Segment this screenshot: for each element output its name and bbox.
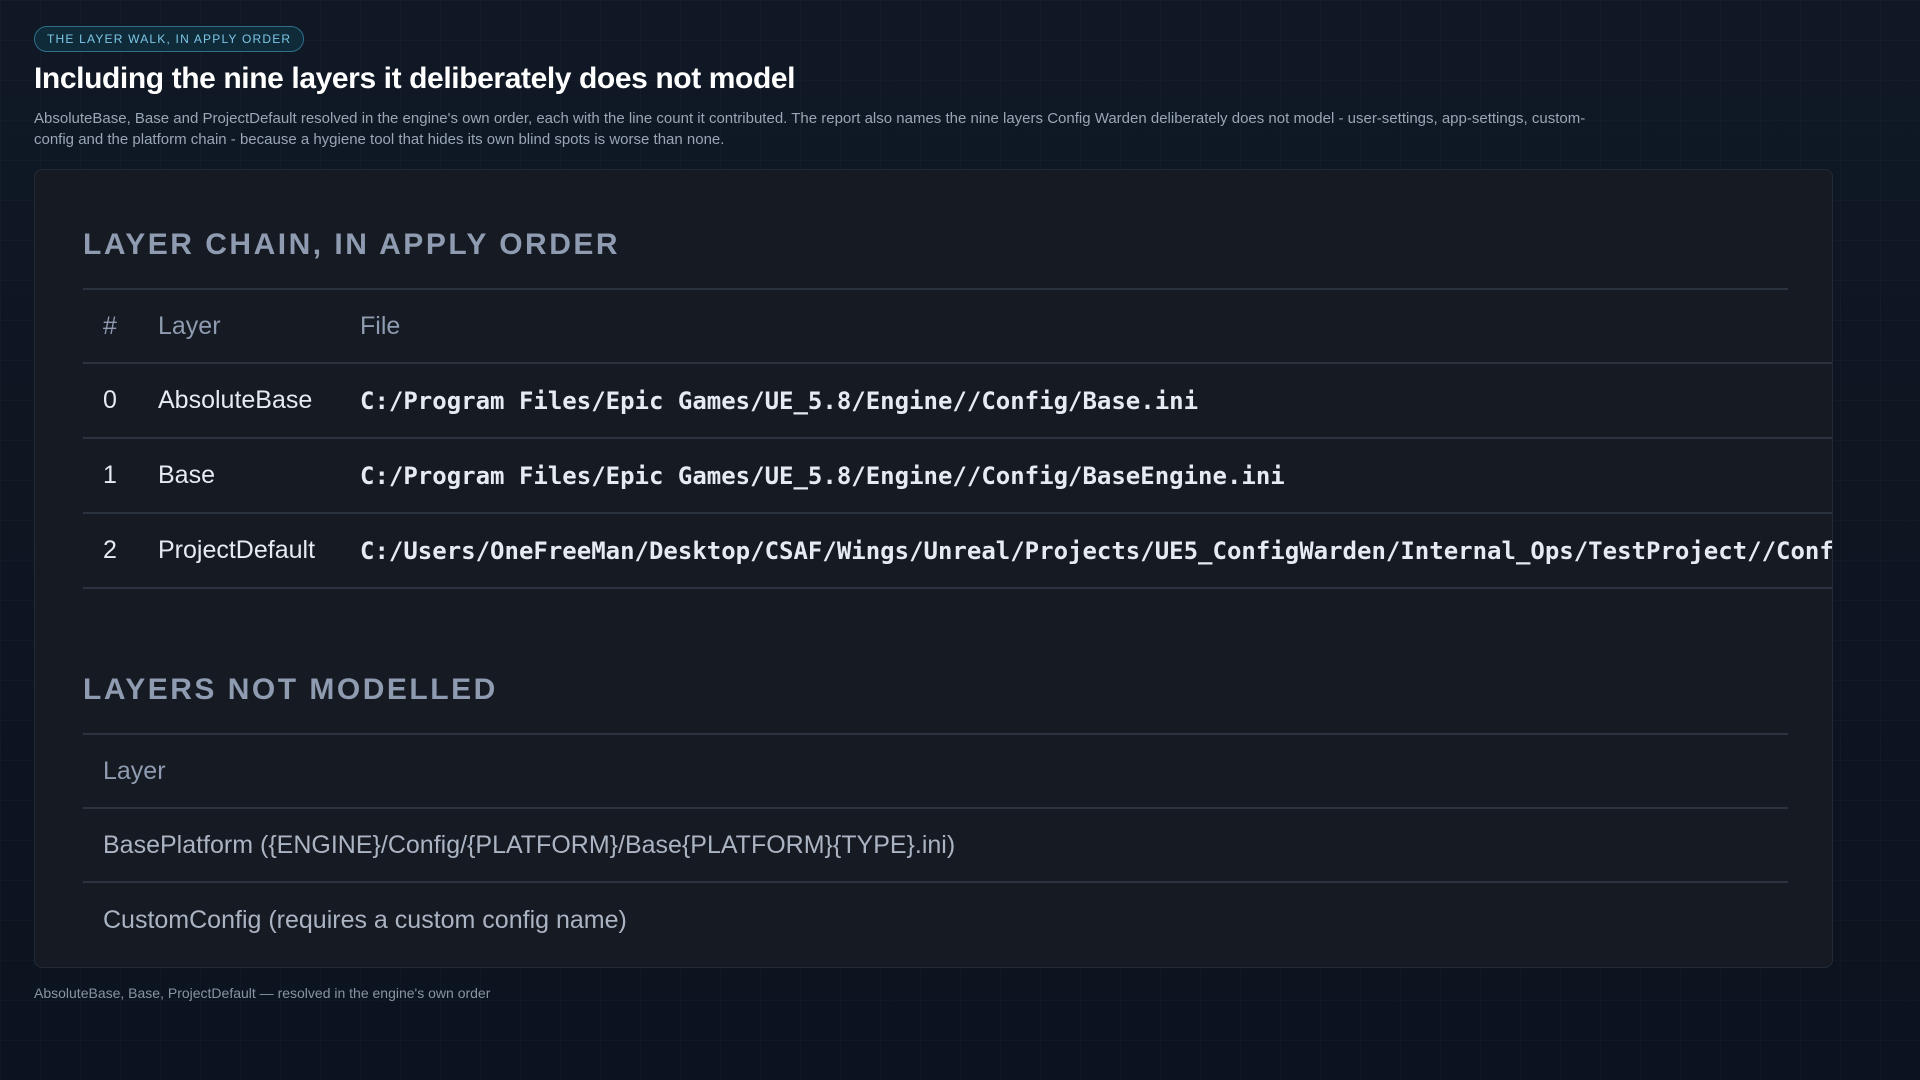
layer-index: 0: [103, 386, 117, 414]
layer-file-path: C:/Users/OneFreeMan/Desktop/CSAF/Wings/U…: [360, 536, 1833, 565]
report-card: LAYER CHAIN, IN APPLY ORDER # Layer File…: [34, 169, 1833, 968]
list-item: BasePlatform ({ENGINE}/Config/{PLATFORM}…: [83, 809, 1788, 883]
column-header-layer: Layer: [103, 756, 166, 785]
not-modelled-header-row: Layer: [83, 735, 1788, 809]
table-row: 1 Base C:/Program Files/Epic Games/UE_5.…: [83, 439, 1832, 514]
eyebrow-badge: THE LAYER WALK, IN APPLY ORDER: [34, 26, 305, 52]
layer-name: AbsoluteBase: [158, 386, 313, 414]
page: THE LAYER WALK, IN APPLY ORDER Including…: [0, 0, 1920, 1080]
layer-file-path: C:/Program Files/Epic Games/UE_5.8/Engin…: [360, 461, 1285, 490]
layer-chain-title: LAYER CHAIN, IN APPLY ORDER: [83, 228, 621, 261]
table-row: 2 ProjectDefault C:/Users/OneFreeMan/Des…: [83, 514, 1833, 589]
layer-index: 1: [103, 461, 117, 489]
page-title: Including the nine layers it deliberatel…: [34, 62, 796, 95]
column-header-layer: Layer: [158, 311, 221, 340]
column-header-index: #: [103, 311, 117, 340]
not-modelled-layer: CustomConfig (requires a custom config n…: [103, 905, 627, 934]
layer-file-path: C:/Program Files/Epic Games/UE_5.8/Engin…: [360, 386, 1199, 415]
not-modelled-title: LAYERS NOT MODELLED: [83, 673, 498, 706]
layer-name: ProjectDefault: [158, 536, 316, 564]
footer-caption: AbsoluteBase, Base, ProjectDefault — res…: [34, 985, 491, 1001]
list-item: CustomConfig (requires a custom config n…: [83, 883, 1788, 957]
column-header-file: File: [360, 311, 401, 340]
layer-index: 2: [103, 536, 117, 564]
not-modelled-layer: BasePlatform ({ENGINE}/Config/{PLATFORM}…: [103, 830, 956, 859]
page-description: AbsoluteBase, Base and ProjectDefault re…: [34, 110, 1586, 148]
layer-chain-header-row: # Layer File: [83, 290, 1832, 364]
layer-name: Base: [158, 461, 215, 489]
table-row: 0 AbsoluteBase C:/Program Files/Epic Gam…: [83, 364, 1832, 439]
